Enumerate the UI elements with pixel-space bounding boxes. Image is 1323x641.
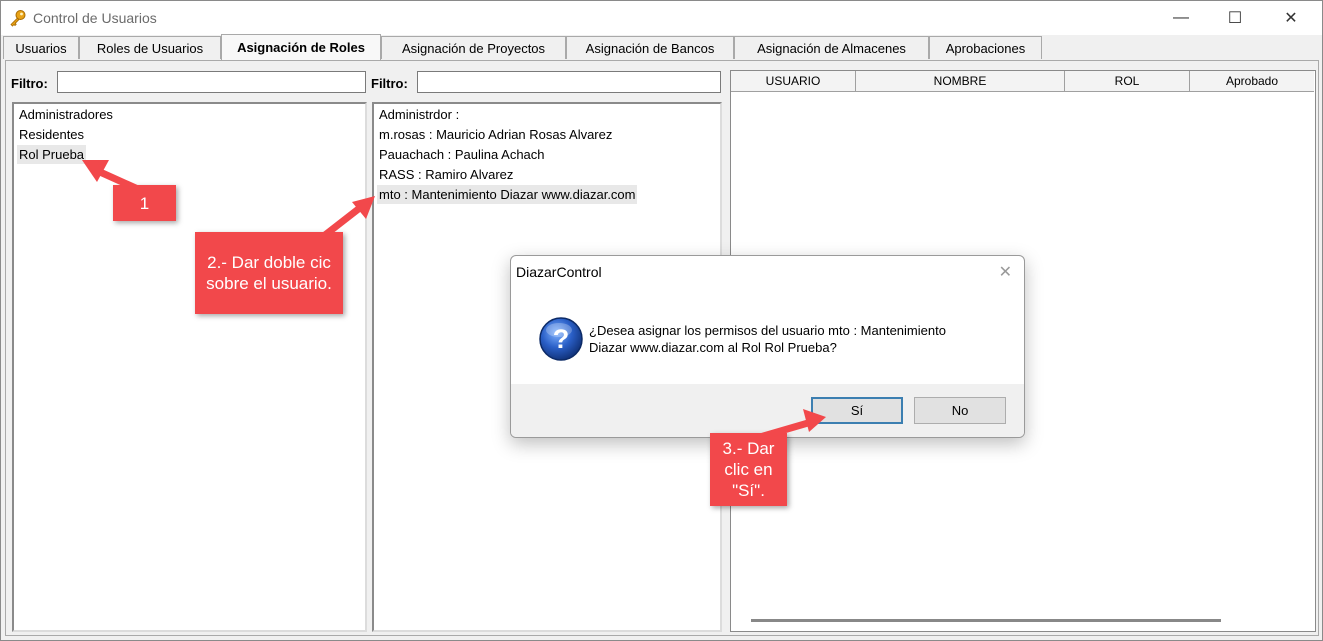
question-icon: ?: [539, 317, 583, 361]
confirm-dialog: DiazarControl ✕ ? ¿Desea asignar los per…: [510, 255, 1025, 438]
question-glyph: ?: [553, 324, 570, 354]
dialog-message-line2: Diazar www.diazar.com al Rol Rol Prueba?: [589, 340, 837, 355]
dialog-title: DiazarControl: [516, 264, 602, 280]
callout-step-1: 1: [113, 185, 176, 221]
dialog-message: ¿Desea asignar los permisos del usuario …: [589, 322, 1009, 356]
list-item-role[interactable]: Residentes: [17, 125, 86, 144]
title-bar[interactable]: Control de Usuarios — ☐ ✕: [1, 1, 1322, 35]
list-item-user[interactable]: RASS : Ramiro Alvarez: [377, 165, 515, 184]
column-header-rol[interactable]: ROL: [1065, 71, 1190, 92]
users-filter-input[interactable]: [417, 71, 721, 93]
callout-step-3-line1: 3.- Dar: [722, 439, 775, 458]
tab-usuarios[interactable]: Usuarios: [3, 36, 79, 59]
window-title: Control de Usuarios: [33, 10, 157, 26]
list-item-user[interactable]: Administrdor :: [377, 105, 461, 124]
callout-step-2: 2.- Dar doble cic sobre el usuario.: [195, 232, 343, 314]
callout-step-3: 3.- Dar clic en "Sí".: [710, 433, 787, 506]
roles-filter-label: Filtro:: [11, 76, 48, 91]
tab-asignacion-de-almacenes[interactable]: Asignación de Almacenes: [734, 36, 929, 59]
users-filter-label: Filtro:: [371, 76, 408, 91]
horizontal-scrollbar[interactable]: [751, 619, 1221, 622]
list-item-role-selected[interactable]: Rol Prueba: [17, 145, 87, 164]
tab-aprobaciones[interactable]: Aprobaciones: [929, 36, 1042, 59]
tab-asignacion-de-roles[interactable]: Asignación de Roles: [221, 34, 381, 60]
close-button[interactable]: ✕: [1263, 1, 1319, 35]
key-icon: [10, 10, 26, 27]
roles-filter-input[interactable]: [57, 71, 366, 93]
tab-asignacion-de-bancos[interactable]: Asignación de Bancos: [566, 36, 734, 59]
list-item-role[interactable]: Administradores: [17, 105, 115, 124]
callout-step-3-line3: "Sí".: [732, 481, 765, 500]
callout-step-1-text: 1: [139, 193, 150, 213]
callout-step-3-line2: clic en: [724, 460, 773, 479]
dialog-close-icon[interactable]: ✕: [999, 262, 1012, 282]
dialog-footer: Sí No: [511, 384, 1024, 437]
list-item-user-selected[interactable]: mto : Mantenimiento Diazar www.diazar.co…: [377, 185, 638, 204]
callout-step-2-line1: 2.- Dar doble cic: [207, 253, 331, 272]
no-button[interactable]: No: [914, 397, 1006, 424]
dialog-message-line1: ¿Desea asignar los permisos del usuario …: [589, 323, 946, 338]
list-item-user[interactable]: m.rosas : Mauricio Adrian Rosas Alvarez: [377, 125, 614, 144]
roles-list[interactable]: Administradores Residentes Rol Prueba: [12, 102, 367, 632]
list-item-user[interactable]: Pauachach : Paulina Achach: [377, 145, 547, 164]
maximize-button[interactable]: ☐: [1207, 1, 1263, 35]
tab-roles-de-usuarios[interactable]: Roles de Usuarios: [79, 36, 221, 59]
column-header-aprobado[interactable]: Aprobado: [1190, 71, 1314, 92]
minimize-button[interactable]: —: [1153, 1, 1209, 35]
column-header-nombre[interactable]: NOMBRE: [856, 71, 1065, 92]
callout-step-2-line2: sobre el usuario.: [206, 274, 332, 293]
tab-asignacion-de-proyectos[interactable]: Asignación de Proyectos: [381, 36, 566, 59]
yes-button[interactable]: Sí: [811, 397, 903, 424]
column-header-usuario[interactable]: USUARIO: [731, 71, 856, 92]
